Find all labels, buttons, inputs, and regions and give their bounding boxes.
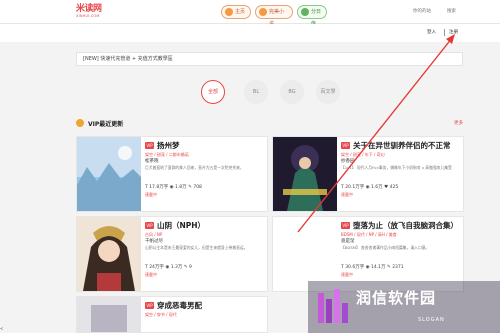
book-cover [273,137,337,211]
nav-novels[interactable]: 完美小说 [255,5,293,27]
book-title[interactable]: 堕落为止（放飞自我脑洞合集） [353,220,458,231]
book-author[interactable]: 抄香园 [341,158,355,164]
my-site-link[interactable]: 你的的站 [413,8,431,14]
top-bar: 米读网 XINHUI.COM 主页 完美小说 分日传 你的的站 搜索 [0,0,500,27]
book-author[interactable]: 松茶晓 [145,158,159,164]
nav-home[interactable]: 主页 [221,5,251,19]
book-status: 連載中 [341,272,353,277]
watermark-logo-icon [318,289,348,323]
book-stats: T 30.6万字 ◉ 14.1万 ✎ 2371 [341,265,404,270]
vip-badge: VIP [341,222,350,229]
home-icon [225,8,233,16]
book-description: 山阴公主本是宋王最宠爱的女儿，但是生来就身上带着恶运。 [145,245,248,250]
book-description: 巨犬着蛮地了蛮群的美人回来，直升为五是一次陀突秀来， [145,165,244,170]
register-link[interactable]: 注册 [449,29,458,35]
book-stats: T 24万字 ◉ 1.3万 ✎ 9 [145,265,192,270]
category-lesbian[interactable]: 百文學 [316,80,340,104]
calendar-icon [301,8,309,16]
announcement-bar[interactable]: [NEW] 快速代充管道 + 充值方式教學區 [76,52,463,66]
page: { "header": { "logo_main": "米读网", "logo_… [0,0,500,333]
book-status: 連載中 [145,272,157,277]
book-cover [273,217,337,291]
book-card[interactable]: VIP 关于在异世驯养伴侣的不正常 架空 / 甜宠 / 年下 / 奇幻 抄香园 … [272,136,464,212]
book-description: 【1v1】 现代人月Fun事务，偶像年下小奶狗攻 x 高傲强攻儿集受 [341,165,452,170]
book-tags: 架空 / 穿书 / 现代 [145,312,177,317]
crown-icon [76,119,84,127]
book-stats: T 17.8万字 ◉ 1.8万 ✎ 708 [145,185,202,190]
scroll-left-indicator[interactable]: < [0,326,3,331]
category-all[interactable]: 全部 [201,80,225,104]
vip-badge: VIP [145,302,154,309]
category-bl[interactable]: BL [244,80,268,104]
book-title[interactable]: 扬州梦 [157,140,180,151]
nav-daily[interactable]: 分日传 [297,5,327,27]
book-cover [77,297,141,332]
book-status: 連載中 [341,192,353,197]
section-header: VIP最近更新 更多 [76,116,463,130]
book-card[interactable]: VIP 穿成恶毒男配 架空 / 穿书 / 现代 [76,296,268,333]
book-author[interactable]: 竟是涅 [341,238,355,244]
book-status: 連載中 [145,192,157,197]
watermark: 润信软件园 SLOGAN [308,281,500,333]
book-card[interactable]: VIP 山阴（NPH） 古风 / NP 千帆过尽 山阴公主本是宋王最宠爱的女儿，… [76,216,268,292]
book-cover [77,137,141,211]
site-logo[interactable]: 米读网 XINHUI.COM [76,4,110,20]
vip-badge: VIP [145,222,154,229]
more-link[interactable]: 更多 [454,120,463,126]
book-description: 【BDSM】 各各各诸事作品小肉短篇集，请入口意。 [341,245,430,250]
book-title[interactable]: 山阴（NPH） [157,220,205,231]
divider [444,29,445,36]
user-bar: 登入 注册 [0,24,500,42]
section-title: VIP最近更新 [88,121,124,128]
book-card[interactable]: VIP 扬州梦 架空 / 甜宠 / 二都市婚诺 松茶晓 巨犬着蛮地了蛮群的美人回… [76,136,268,212]
search-link[interactable]: 搜索 [447,8,456,14]
book-author[interactable]: 千帆过尽 [145,238,163,244]
vip-badge: VIP [341,142,350,149]
book-stats: T 20.1万字 ◉ 1.6万 ♥ 425 [341,185,399,190]
book-icon [259,8,267,16]
book-title[interactable]: 关于在异世驯养伴侣的不正常 [353,140,451,151]
vip-badge: VIP [145,142,154,149]
book-title[interactable]: 穿成恶毒男配 [157,300,202,311]
book-cover [77,217,141,291]
category-bg[interactable]: BG [280,80,304,104]
login-link[interactable]: 登入 [427,29,436,35]
